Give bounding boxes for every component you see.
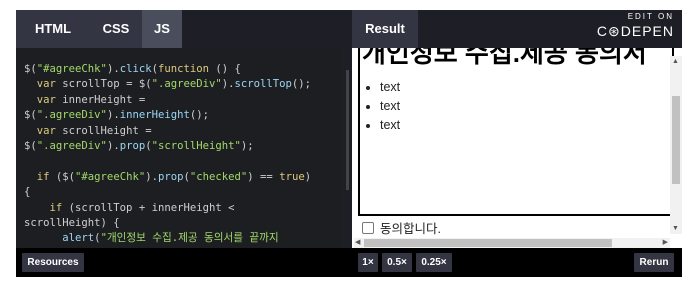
scroll-down-arrow-icon[interactable]: ▼ (672, 225, 679, 232)
agreement-heading: 개인정보 수집.제공 동의서 (362, 48, 647, 68)
scroll-up-arrow-icon[interactable]: ▲ (672, 58, 679, 65)
zoom-1x-button[interactable]: 1× (358, 253, 378, 272)
edit-on-label: EDIT ON (627, 12, 674, 21)
agree-div: 개인정보 수집.제공 동의서 text text text (358, 48, 674, 216)
resources-button[interactable]: Resources (22, 253, 84, 272)
tab-result[interactable]: Result (352, 10, 418, 48)
agree-checkbox-label[interactable]: 동의합니다. (380, 218, 441, 237)
zoom-05x-button[interactable]: 0.5× (382, 253, 412, 272)
js-editor[interactable]: $("#agreeChk").click(function () { var s… (16, 48, 342, 248)
horizontal-scroll-thumb[interactable] (364, 239, 612, 247)
codepen-logo[interactable]: EDIT ON C⊛DEPEN (584, 12, 674, 40)
scroll-left-arrow-icon[interactable]: ◀ (355, 238, 360, 246)
agree-checkbox[interactable] (362, 221, 374, 234)
scroll-right-arrow-icon[interactable]: ▶ (663, 238, 668, 246)
codepen-wordmark: C⊛DEPEN (596, 23, 674, 39)
tab-html[interactable]: HTML (16, 10, 90, 48)
list-item: text (380, 97, 672, 116)
zoom-025x-button[interactable]: 0.25× (416, 253, 452, 272)
tab-js[interactable]: JS (142, 10, 182, 48)
result-horizontal-scrollbar[interactable]: ◀ ▶ (354, 238, 670, 248)
codepen-embed: HTML CSS JS Result EDIT ON C⊛DEPEN $("#a… (16, 10, 682, 277)
bottom-bar: Resources 1× 0.5× 0.25× Rerun (16, 248, 682, 277)
editor-scrollbar[interactable] (346, 70, 349, 190)
tab-css[interactable]: CSS (90, 10, 142, 48)
top-bar: HTML CSS JS Result EDIT ON C⊛DEPEN (16, 10, 682, 48)
code-text: $("#agreeChk").click(function () { var s… (24, 63, 312, 245)
vertical-scroll-thumb[interactable] (672, 96, 680, 184)
list-item: text (380, 116, 672, 135)
agree-checkbox-row: 동의합니다. (362, 218, 441, 237)
result-pane: 개인정보 수집.제공 동의서 text text text ▲ ▼ 동의합니다.… (352, 48, 682, 248)
result-vertical-scrollbar[interactable]: ▲ ▼ (670, 56, 682, 234)
agreement-list: text text text (360, 78, 672, 135)
list-item: text (380, 78, 672, 97)
rerun-button[interactable]: Rerun (634, 253, 674, 272)
